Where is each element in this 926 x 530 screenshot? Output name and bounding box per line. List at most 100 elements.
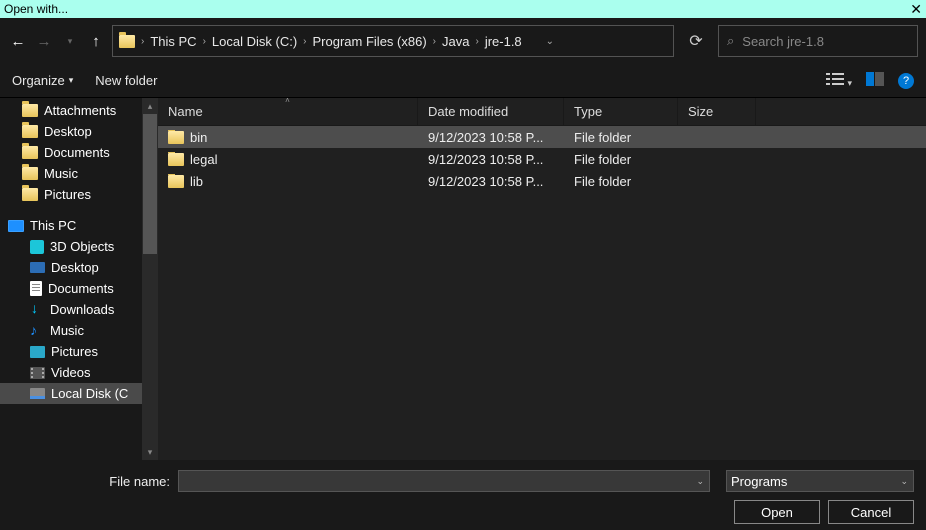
file-date: 9/12/2023 10:58 P... (418, 152, 564, 167)
sidebar-item-label: Desktop (51, 260, 99, 275)
column-name[interactable]: ˄ Name (158, 98, 418, 125)
help-icon[interactable]: ? (898, 73, 914, 89)
disk-icon (30, 388, 45, 399)
column-date[interactable]: Date modified (418, 98, 564, 125)
open-button[interactable]: Open (734, 500, 820, 524)
file-pane: ˄ Name Date modified Type Size bin 9/12/2… (158, 98, 926, 460)
file-name-label: File name: (12, 474, 170, 489)
scroll-thumb[interactable] (143, 114, 157, 254)
file-name: bin (190, 130, 207, 145)
file-date: 9/12/2023 10:58 P... (418, 130, 564, 145)
sidebar-item-label: Music (44, 166, 78, 181)
breadcrumb[interactable]: jre-1.8 (485, 34, 522, 49)
sidebar-item-label: Attachments (44, 103, 116, 118)
file-list: bin9/12/2023 10:58 P...File folderlegal9… (158, 126, 926, 460)
chevron-right-icon[interactable]: › (203, 36, 206, 47)
forward-button[interactable]: → (34, 31, 54, 51)
breadcrumb[interactable]: Local Disk (C:) (212, 34, 297, 49)
sidebar-item[interactable]: 3D Objects (0, 236, 158, 257)
chevron-right-icon[interactable]: › (303, 36, 306, 47)
file-type: File folder (564, 174, 678, 189)
sidebar-item-label: Documents (48, 281, 114, 296)
sidebar-item[interactable]: Pictures (0, 341, 158, 362)
cancel-button[interactable]: Cancel (828, 500, 914, 524)
scroll-down-icon[interactable]: ▾ (142, 444, 158, 460)
sidebar-item-label: This PC (30, 218, 76, 233)
sidebar-item[interactable]: ♪ Music (0, 320, 158, 341)
column-headers: ˄ Name Date modified Type Size (158, 98, 926, 126)
sort-indicator-icon: ˄ (285, 96, 290, 105)
sidebar: Attachments˄DesktopDocumentsMusicPicture… (0, 98, 158, 460)
chevron-right-icon[interactable]: › (475, 36, 478, 47)
file-type: File folder (564, 152, 678, 167)
address-bar[interactable]: › This PC › Local Disk (C:) › Program Fi… (112, 25, 674, 57)
refresh-button[interactable]: ⟳ (680, 25, 712, 57)
file-type: File folder (564, 130, 678, 145)
pic-icon (30, 346, 45, 358)
sidebar-item[interactable]: Local Disk (C (0, 383, 158, 404)
new-folder-button[interactable]: New folder (95, 73, 157, 88)
recent-dropdown-icon[interactable]: ▾ (60, 31, 80, 51)
sidebar-item[interactable]: Desktop (0, 257, 158, 278)
chevron-right-icon[interactable]: › (141, 36, 144, 47)
up-button[interactable]: ↑ (86, 31, 106, 51)
sidebar-item-label: Downloads (50, 302, 114, 317)
dl-icon (30, 303, 44, 317)
doc-icon (30, 281, 42, 296)
view-details-icon[interactable]: ▾ (826, 72, 852, 89)
file-name-input[interactable] (178, 470, 710, 492)
folder-icon (168, 175, 184, 188)
sidebar-item-label: Videos (51, 365, 91, 380)
sidebar-item[interactable]: Videos (0, 362, 158, 383)
folder-icon (22, 125, 38, 138)
obj-icon (30, 240, 44, 254)
folder-icon (22, 146, 38, 159)
sidebar-scrollbar[interactable]: ▴ ▾ (142, 98, 158, 460)
chevron-down-icon[interactable]: ⌄ (546, 36, 554, 47)
sidebar-item-label: Music (50, 323, 84, 338)
sidebar-item[interactable]: Attachments˄ (0, 100, 158, 121)
main-area: Attachments˄DesktopDocumentsMusicPicture… (0, 98, 926, 460)
title-bar: Open with... ✕ (0, 0, 926, 18)
organize-menu[interactable]: Organize ▾ (12, 73, 73, 88)
sidebar-item[interactable]: Downloads (0, 299, 158, 320)
back-button[interactable]: ← (8, 31, 28, 51)
vid-icon (30, 367, 45, 379)
breadcrumb[interactable]: Program Files (x86) (313, 34, 427, 49)
folder-icon (22, 104, 38, 117)
scroll-up-icon[interactable]: ▴ (142, 98, 158, 114)
sidebar-item-this-pc[interactable]: This PC (0, 215, 158, 236)
folder-icon (168, 131, 184, 144)
preview-pane-icon[interactable] (866, 72, 884, 89)
toolbar: Organize ▾ New folder ▾ ? (0, 64, 926, 98)
music-icon: ♪ (30, 324, 44, 338)
search-icon: ⌕ (727, 33, 734, 49)
search-box[interactable]: ⌕ Search jre-1.8 (718, 25, 918, 57)
file-type-select[interactable]: Programs (726, 470, 914, 492)
column-type[interactable]: Type (564, 98, 678, 125)
column-size[interactable]: Size (678, 98, 756, 125)
sidebar-item[interactable]: Desktop (0, 121, 158, 142)
sidebar-item-label: Pictures (51, 344, 98, 359)
sidebar-item[interactable]: Pictures (0, 184, 158, 205)
window-title: Open with... (4, 2, 68, 16)
folder-icon (22, 188, 38, 201)
close-icon[interactable]: ✕ (910, 4, 922, 14)
breadcrumb[interactable]: Java (442, 34, 469, 49)
sidebar-item[interactable]: Documents (0, 278, 158, 299)
footer: File name: ⌄ Programs ⌄ Open Cancel (0, 460, 926, 530)
table-row[interactable]: lib9/12/2023 10:58 P...File folder (158, 170, 926, 192)
sidebar-item-label: Pictures (44, 187, 91, 202)
chevron-right-icon[interactable]: › (433, 36, 436, 47)
sidebar-item-label: Documents (44, 145, 110, 160)
chevron-down-icon: ▾ (69, 75, 74, 86)
folder-icon (22, 167, 38, 180)
sidebar-item[interactable]: Music (0, 163, 158, 184)
table-row[interactable]: legal9/12/2023 10:58 P...File folder (158, 148, 926, 170)
pc-icon (8, 220, 24, 232)
sidebar-item[interactable]: Documents (0, 142, 158, 163)
breadcrumb[interactable]: This PC (150, 34, 196, 49)
table-row[interactable]: bin 9/12/2023 10:58 P...File folder (158, 126, 926, 148)
folder-icon (119, 35, 135, 48)
file-date: 9/12/2023 10:58 P... (418, 174, 564, 189)
